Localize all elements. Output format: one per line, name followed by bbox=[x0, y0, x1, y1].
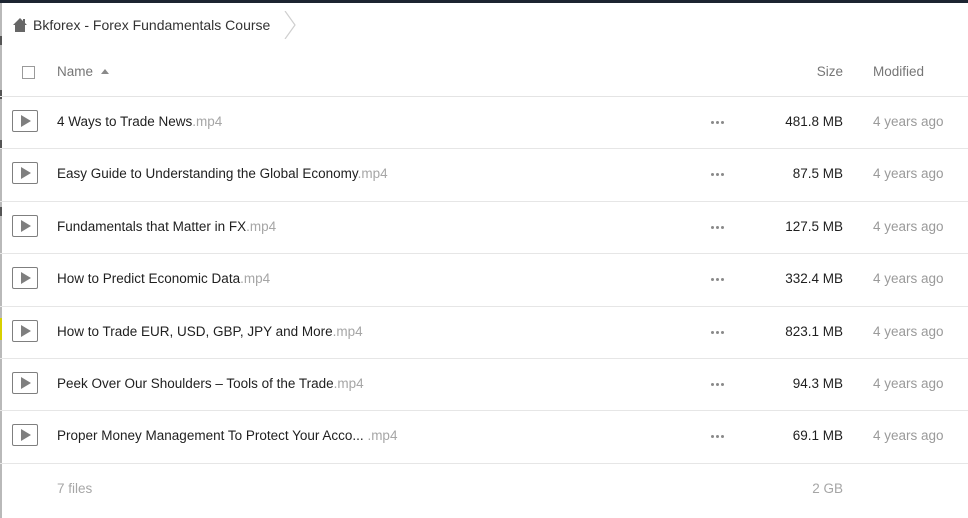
file-modified: 4 years ago bbox=[873, 375, 944, 391]
more-options-icon[interactable] bbox=[711, 278, 724, 282]
column-header-size[interactable]: Size bbox=[817, 64, 843, 79]
more-options-icon[interactable] bbox=[711, 121, 724, 124]
file-size: 87.5 MB bbox=[792, 166, 843, 182]
video-play-icon bbox=[12, 424, 38, 447]
total-size: 2 GB bbox=[812, 481, 843, 496]
file-name[interactable]: How to Trade EUR, USD, GBP, JPY and More… bbox=[57, 324, 363, 339]
file-size: 69.1 MB bbox=[792, 428, 843, 444]
file-extension: .mp4 bbox=[192, 114, 223, 129]
file-name-base: Fundamentals that Matter in FX bbox=[57, 218, 247, 234]
sort-ascending-icon bbox=[101, 69, 110, 74]
file-name[interactable]: Peek Over Our Shoulders – Tools of the T… bbox=[57, 376, 364, 391]
file-row[interactable]: Easy Guide to Understanding the Global E… bbox=[0, 149, 968, 202]
file-modified: 4 years ago bbox=[873, 218, 944, 234]
window-top-bar bbox=[0, 0, 968, 3]
home-icon[interactable] bbox=[12, 17, 28, 33]
video-play-icon bbox=[12, 214, 38, 237]
file-name[interactable]: Proper Money Management To Protect Your … bbox=[57, 428, 397, 443]
column-header-modified[interactable]: Modified bbox=[873, 64, 924, 79]
file-size: 332.4 MB bbox=[785, 271, 843, 287]
file-extension: .mp4 bbox=[246, 218, 277, 234]
video-play-icon bbox=[12, 319, 38, 342]
breadcrumb: Bkforex - Forex Fundamentals Course bbox=[12, 11, 297, 39]
file-name[interactable]: 4 Ways to Trade News.mp4 bbox=[57, 114, 222, 129]
file-modified: 4 years ago bbox=[873, 428, 944, 444]
column-header-name[interactable]: Name bbox=[57, 64, 110, 79]
file-size: 94.3 MB bbox=[792, 375, 843, 391]
file-count: 7 files bbox=[57, 481, 93, 496]
file-extension: .mp4 bbox=[332, 323, 363, 339]
file-name[interactable]: How to Predict Economic Data.mp4 bbox=[57, 271, 270, 286]
video-play-icon bbox=[12, 371, 38, 394]
file-extension: .mp4 bbox=[363, 428, 398, 444]
file-size: 127.5 MB bbox=[785, 218, 843, 234]
table-footer: 7 files 2 GB bbox=[0, 480, 968, 500]
file-modified: 4 years ago bbox=[873, 271, 944, 287]
edge-mark bbox=[0, 36, 2, 45]
more-options-icon[interactable] bbox=[711, 330, 724, 334]
file-size: 481.8 MB bbox=[785, 114, 843, 129]
file-extension: .mp4 bbox=[357, 166, 388, 182]
file-row[interactable]: Peek Over Our Shoulders – Tools of the T… bbox=[0, 359, 968, 412]
file-modified: 4 years ago bbox=[873, 114, 944, 129]
file-modified: 4 years ago bbox=[873, 166, 944, 182]
file-row[interactable]: Proper Money Management To Protect Your … bbox=[0, 411, 968, 464]
more-options-icon[interactable] bbox=[711, 173, 724, 177]
video-play-icon bbox=[12, 110, 38, 132]
file-name-base: How to Predict Economic Data bbox=[57, 271, 241, 287]
file-name-base: Easy Guide to Understanding the Global E… bbox=[57, 166, 358, 182]
file-row[interactable]: How to Trade EUR, USD, GBP, JPY and More… bbox=[0, 307, 968, 359]
select-all-checkbox[interactable] bbox=[22, 66, 35, 79]
file-name[interactable]: Easy Guide to Understanding the Global E… bbox=[57, 166, 388, 181]
file-row[interactable]: Fundamentals that Matter in FX.mp4 127.5… bbox=[0, 202, 968, 255]
breadcrumb-folder-title[interactable]: Bkforex - Forex Fundamentals Course bbox=[33, 17, 270, 33]
table-header: Name Size Modified bbox=[0, 50, 968, 97]
file-list: 4 Ways to Trade News.mp4 481.8 MB 4 year… bbox=[0, 97, 968, 464]
file-name-base: How to Trade EUR, USD, GBP, JPY and More bbox=[57, 323, 333, 339]
file-name[interactable]: Fundamentals that Matter in FX.mp4 bbox=[57, 219, 276, 234]
video-play-icon bbox=[12, 267, 38, 290]
file-modified: 4 years ago bbox=[873, 323, 944, 339]
file-row[interactable]: 4 Ways to Trade News.mp4 481.8 MB 4 year… bbox=[0, 97, 968, 150]
video-play-icon bbox=[12, 162, 38, 185]
more-options-icon[interactable] bbox=[711, 435, 724, 439]
file-extension: .mp4 bbox=[240, 271, 271, 287]
file-name-base: Peek Over Our Shoulders – Tools of the T… bbox=[57, 375, 334, 391]
file-name-base: Proper Money Management To Protect Your … bbox=[57, 428, 364, 444]
file-extension: .mp4 bbox=[333, 375, 364, 391]
file-row[interactable]: How to Predict Economic Data.mp4 332.4 M… bbox=[0, 254, 968, 307]
file-name-base: 4 Ways to Trade News bbox=[57, 114, 193, 129]
file-size: 823.1 MB bbox=[785, 323, 843, 339]
more-options-icon[interactable] bbox=[711, 382, 724, 386]
column-header-name-label: Name bbox=[57, 64, 94, 79]
more-options-icon[interactable] bbox=[711, 225, 724, 229]
breadcrumb-chevron-icon bbox=[284, 11, 297, 39]
